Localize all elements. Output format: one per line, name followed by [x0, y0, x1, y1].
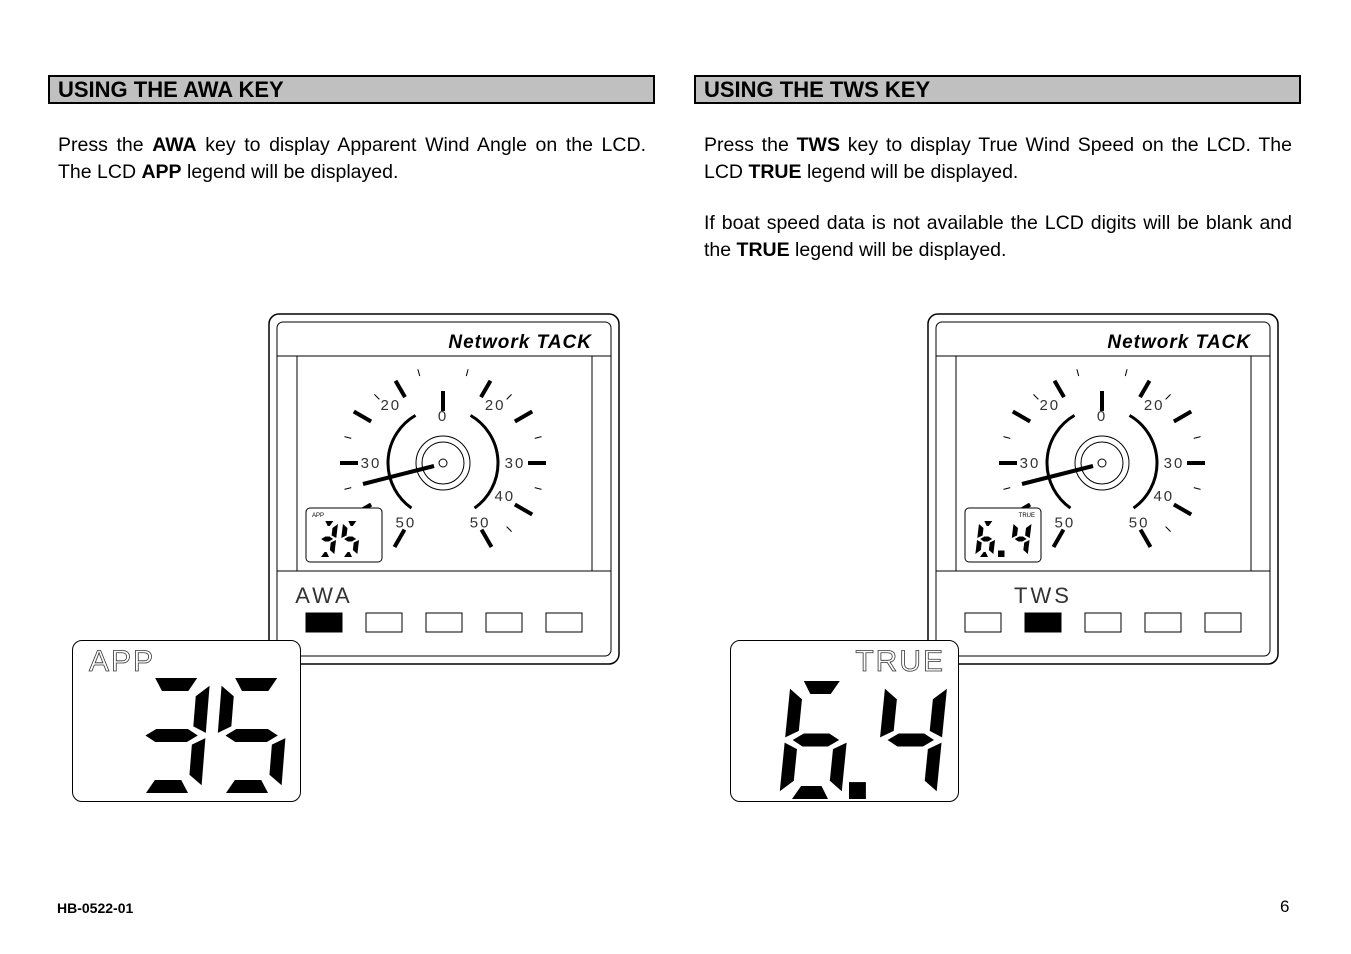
scale-label: 20: [380, 397, 401, 414]
bold-key-tws: TWS: [796, 134, 840, 156]
scale-label: 0: [1097, 408, 1107, 425]
bold-legend-true: TRUE: [748, 161, 802, 183]
instrument-drawing: Network TACK020 2030 304050 50APPAWA: [268, 313, 620, 665]
lcd-segment-e: [779, 742, 797, 792]
lcd-segment-g: [225, 729, 278, 742]
scale-label: 40: [494, 488, 515, 505]
lcd-enlargement-true: TRUE: [730, 640, 959, 802]
key-button[interactable]: [1204, 612, 1242, 633]
lcd-segment-a: [155, 678, 198, 691]
lcd-segment-g: [887, 733, 934, 747]
key-button[interactable]: [365, 612, 403, 633]
key-button[interactable]: [1084, 612, 1122, 633]
page-number: 6: [1280, 897, 1290, 916]
key-button[interactable]: [425, 612, 463, 633]
lcd-segment-g: [792, 733, 840, 747]
lcd-segment-c: [924, 742, 942, 792]
lcd-segment-c: [189, 738, 206, 786]
brand-label: Network TACK: [1107, 332, 1251, 353]
scale-label: 30: [505, 455, 526, 472]
lcd-digits: [145, 678, 286, 793]
lcd-segment-b: [929, 688, 947, 738]
scale-label: 20: [1039, 397, 1060, 414]
scale-label: 50: [470, 514, 491, 531]
lcd-enlargement-drawing: TRUE: [779, 645, 947, 799]
lcd-digits: [779, 681, 947, 799]
small-lcd: APP: [305, 507, 383, 563]
lcd-segment-g: [145, 729, 198, 742]
instrument-tws: Network TACK 0 20 20 30 30 40 50 50 TRUE TWS: [927, 313, 1279, 665]
lcd-legend: APP: [89, 645, 155, 678]
scale-label: 20: [1144, 397, 1165, 414]
lcd-segment-d: [226, 780, 268, 793]
hub-pivot: [438, 458, 448, 468]
tws-description: Press the TWS key to display True Wind S…: [704, 134, 1292, 183]
lcd-enlargement-app: APP: [72, 640, 301, 802]
hub-pivot: [1097, 458, 1107, 468]
awa-description: Press the AWA key to display Apparent Wi…: [58, 134, 646, 183]
scale-label: 30: [361, 455, 382, 472]
scale-label: 50: [1055, 514, 1076, 531]
small-lcd: TRUE: [964, 507, 1042, 563]
scale-label: 30: [1164, 455, 1185, 472]
key-label: AWA: [295, 583, 352, 608]
key-button[interactable]: [545, 612, 583, 633]
scale-label: 50: [1129, 514, 1150, 531]
active-key-button[interactable]: [305, 612, 343, 633]
lcd-legend: TRUE: [855, 645, 945, 678]
lcd-segment-b: [193, 685, 210, 733]
bold-key-awa: AWA: [152, 134, 197, 156]
scale-label: 30: [1020, 455, 1041, 472]
lcd-segment-f: [785, 688, 802, 738]
lcd-segment-f: [217, 685, 234, 733]
scale-label: 40: [1153, 488, 1174, 505]
instrument-casing: [927, 313, 1279, 665]
document-code: HB-0522-01: [57, 900, 134, 916]
lcd-segment-d: [792, 786, 828, 799]
instrument-awa: Network TACK 0 20 20 30 30 40 50 50 APP AWA: [268, 313, 620, 665]
key-button[interactable]: [1144, 612, 1182, 633]
instrument-casing: [268, 313, 620, 665]
small-lcd-legend: TRUE: [1019, 513, 1035, 519]
lcd-decimal-point: [998, 550, 1005, 557]
lcd-segment-c: [269, 738, 286, 786]
bold-legend-app: APP: [141, 161, 182, 183]
key-label: TWS: [1014, 583, 1072, 608]
lcd-decimal-point: [849, 782, 866, 799]
bold-legend-true: TRUE: [736, 239, 790, 261]
lcd-enlargement-drawing: APP: [89, 645, 286, 793]
heading-text: USING THE AWA KEY: [58, 77, 284, 102]
heading-text: USING THE TWS KEY: [704, 77, 931, 102]
brand-label: Network TACK: [448, 332, 592, 353]
scale-label: 50: [396, 514, 417, 531]
scale-label: 20: [485, 397, 506, 414]
key-button[interactable]: [485, 612, 523, 633]
scale-label: 0: [438, 408, 448, 425]
small-lcd-legend: APP: [312, 513, 324, 519]
active-key-button[interactable]: [1024, 612, 1062, 633]
instrument-drawing: Network TACK020 2030 304050 50TRUETWS: [927, 313, 1279, 665]
lcd-segment-d: [146, 780, 188, 793]
key-button[interactable]: [964, 612, 1002, 633]
section-heading-awa: USING THE AWA KEY: [48, 75, 655, 104]
section-heading-tws: USING THE TWS KEY: [694, 75, 1301, 104]
lcd-segment-a: [803, 681, 840, 694]
lcd-segment-c: [829, 742, 847, 792]
lcd-segment-f: [880, 688, 897, 738]
lcd-segment-a: [235, 678, 278, 691]
tws-blank-note: If boat speed data is not available the …: [704, 212, 1292, 261]
